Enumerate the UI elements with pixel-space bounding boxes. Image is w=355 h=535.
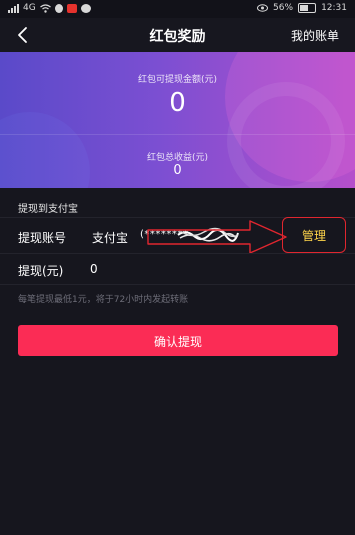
network-type: 4G	[23, 3, 36, 13]
app-notification-icon	[66, 3, 77, 13]
confirm-withdraw-label: 确认提现	[153, 335, 202, 349]
section-title: 提现到支付宝	[18, 204, 78, 215]
withdraw-hint: 每笔提现最低1元，将于72小时内发起转账	[18, 295, 189, 305]
manage-account-button[interactable]: 管理	[282, 217, 346, 253]
withdrawable-amount: 0	[169, 88, 186, 118]
total-earnings-label: 红包总收益(元)	[146, 153, 209, 163]
annotation-arrow	[147, 220, 287, 254]
divider	[0, 253, 355, 254]
battery-percent: 56%	[273, 3, 294, 13]
wifi-icon	[39, 3, 51, 13]
eye-icon	[257, 4, 269, 12]
message-icon	[80, 3, 91, 13]
earnings-summary-card: 红包可提现金额(元) 0 红包总收益(元) 0	[0, 52, 355, 188]
qq-icon	[54, 3, 63, 13]
manage-button-label: 管理	[301, 229, 326, 243]
withdrawable-amount-label: 红包可提现金额(元)	[137, 75, 218, 85]
divider	[0, 134, 355, 135]
signal-icon	[8, 3, 19, 13]
divider	[0, 284, 355, 285]
account-label: 提现账号	[18, 231, 67, 245]
total-earnings-amount: 0	[173, 163, 182, 178]
account-provider: 支付宝	[92, 231, 129, 245]
nav-bar: 红包奖励 我的账单	[0, 18, 355, 52]
withdraw-amount-input[interactable]: 0	[90, 262, 98, 276]
battery-icon	[298, 3, 317, 13]
status-bar: 4G 56% 12:31	[0, 0, 355, 18]
my-bills-link[interactable]: 我的账单	[291, 27, 339, 44]
confirm-withdraw-button[interactable]: 确认提现	[18, 325, 338, 356]
clock: 12:31	[321, 3, 347, 13]
withdraw-amount-label: 提现(元)	[18, 264, 64, 278]
